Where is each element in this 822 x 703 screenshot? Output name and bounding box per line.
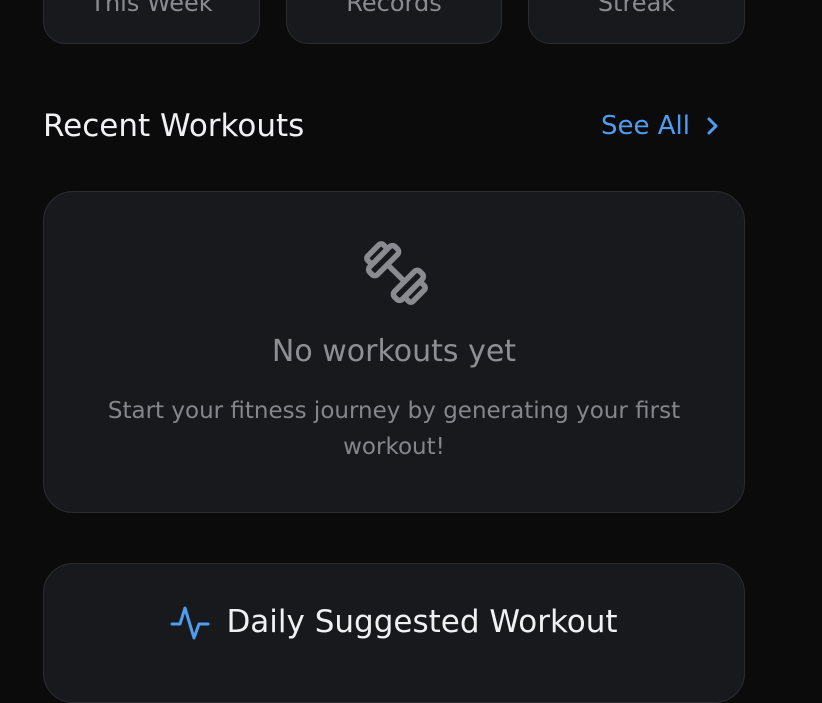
activity-pulse-icon [170, 606, 210, 640]
daily-workout-header: Daily Suggested Workout [44, 600, 744, 644]
see-all-label: See All [601, 111, 690, 141]
stat-card-this-week[interactable]: This Week [43, 0, 260, 44]
stat-label-streak: Streak [597, 0, 676, 17]
chevron-right-icon [707, 117, 718, 135]
empty-state-description: Start your fitness journey by generating… [107, 398, 681, 460]
dumbbell-icon [364, 241, 428, 305]
stat-card-streak[interactable]: Streak [528, 0, 745, 44]
see-all-button[interactable]: See All [601, 108, 722, 144]
stat-card-records[interactable]: Records [286, 0, 502, 44]
stat-label-records: Records [346, 0, 442, 17]
daily-workout-title: Daily Suggested Workout [226, 604, 618, 640]
daily-suggested-workout-card[interactable]: Daily Suggested Workout [43, 563, 745, 703]
recent-workouts-title: Recent Workouts [43, 108, 305, 144]
recent-workouts-empty-card: No workouts yet Start your fitness journ… [43, 191, 745, 513]
stat-label-this-week: This Week [90, 0, 213, 17]
empty-state-title: No workouts yet [271, 334, 517, 369]
